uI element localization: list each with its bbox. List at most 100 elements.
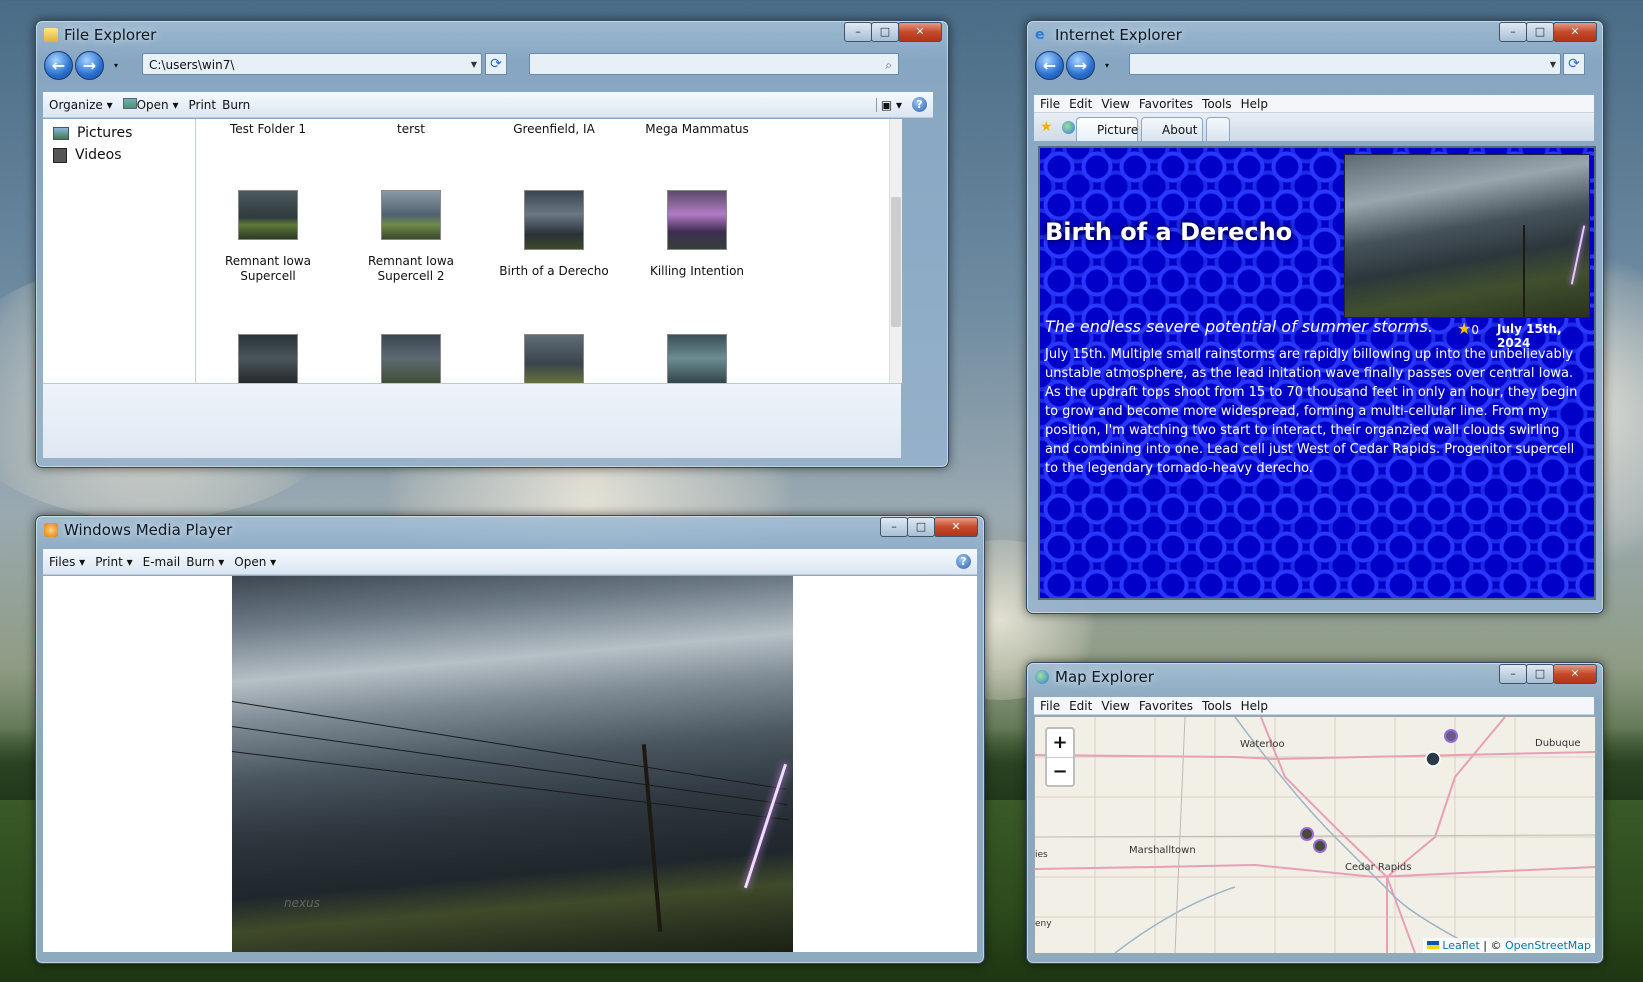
address-bar[interactable]: ▼ — [1129, 53, 1561, 75]
scrollbar-thumb[interactable] — [891, 197, 901, 327]
window-title: File Explorer — [64, 26, 157, 44]
burn-menu[interactable]: Burn ▾ — [186, 555, 224, 569]
title-bar[interactable]: Map Explorer — [1035, 666, 1154, 688]
folder-item[interactable]: terst — [346, 122, 476, 137]
maximize-button[interactable]: □ — [871, 22, 899, 42]
tab-about[interactable]: About — [1141, 117, 1203, 141]
folder-item[interactable]: Greenfield, IA — [489, 122, 619, 137]
menu-edit[interactable]: Edit — [1069, 97, 1092, 111]
image-thumbnail[interactable] — [381, 334, 441, 383]
folder-item[interactable]: Test Folder 1 — [203, 122, 333, 137]
menu-tools[interactable]: Tools — [1202, 97, 1232, 111]
forward-arrow-icon[interactable]: → — [75, 51, 104, 80]
map-marker[interactable] — [1313, 839, 1327, 853]
history-dropdown-icon[interactable]: ▾ — [114, 61, 118, 70]
media-player-icon — [44, 523, 58, 537]
menu-view[interactable]: View — [1101, 699, 1129, 713]
views-icon[interactable]: ▣ ▾ — [875, 97, 902, 112]
image-thumbnail[interactable] — [524, 190, 584, 250]
menu-help[interactable]: Help — [1241, 699, 1268, 713]
film-icon — [53, 147, 67, 163]
print-button[interactable]: Print — [189, 98, 217, 112]
window-controls: – □ ✕ — [1499, 22, 1597, 42]
folder-item[interactable]: Mega Mammatus — [632, 122, 762, 137]
file-explorer-window[interactable]: File Explorer – □ ✕ ← → ▾ C:\users\win7\… — [35, 20, 949, 468]
tab-picture[interactable]: Picture — [1076, 117, 1138, 141]
menu-file[interactable]: File — [1040, 699, 1060, 713]
organize-menu[interactable]: Organize ▾ — [49, 98, 113, 112]
help-icon[interactable]: ? — [956, 554, 971, 569]
history-dropdown-icon[interactable]: ▾ — [1105, 61, 1109, 70]
back-arrow-icon[interactable]: ← — [1035, 51, 1064, 80]
map-marker[interactable] — [1300, 827, 1314, 841]
menu-view[interactable]: View — [1101, 97, 1129, 111]
forward-arrow-icon[interactable]: → — [1066, 51, 1095, 80]
sidebar-item-videos[interactable]: Videos — [53, 147, 122, 163]
openstreetmap-link[interactable]: OpenStreetMap — [1505, 939, 1591, 952]
zoom-out-button[interactable]: − — [1047, 758, 1073, 786]
chevron-down-icon[interactable]: ▼ — [1550, 54, 1556, 76]
menu-favorites[interactable]: Favorites — [1139, 699, 1193, 713]
minimize-button[interactable]: – — [1499, 22, 1527, 42]
media-player-window[interactable]: Windows Media Player – □ ✕ Files ▾ Print… — [35, 515, 985, 964]
storm-photo[interactable]: nexus — [231, 576, 793, 952]
map-explorer-window[interactable]: Map Explorer – □ ✕ File Edit View Favori… — [1026, 662, 1604, 964]
help-icon[interactable]: ? — [912, 97, 927, 112]
title-bar[interactable]: e Internet Explorer — [1035, 24, 1182, 46]
image-item-label[interactable]: Remnant Iowa Supercell 2 — [346, 254, 476, 284]
maximize-button[interactable]: □ — [1526, 664, 1554, 684]
open-menu[interactable]: Open ▾ — [122, 97, 179, 112]
image-item-label[interactable]: Birth of a Derecho — [489, 264, 619, 279]
image-item-label[interactable]: Remnant Iowa Supercell — [203, 254, 333, 284]
refresh-button[interactable]: ⟳ — [1563, 53, 1585, 75]
email-button[interactable]: E-mail — [143, 555, 181, 569]
globe-icon[interactable] — [1062, 121, 1075, 134]
maximize-button[interactable]: □ — [1526, 22, 1554, 42]
print-menu[interactable]: Print ▾ — [95, 555, 132, 569]
menu-file[interactable]: File — [1040, 97, 1060, 111]
close-button[interactable]: ✕ — [898, 22, 942, 42]
image-item-label[interactable]: Killing Intention — [632, 264, 762, 279]
map-marker[interactable] — [1425, 751, 1441, 767]
leaflet-link[interactable]: Leaflet — [1442, 939, 1479, 952]
zoom-in-button[interactable]: + — [1047, 729, 1073, 758]
title-bar[interactable]: Windows Media Player — [44, 519, 232, 541]
files-menu[interactable]: Files ▾ — [49, 555, 85, 569]
image-thumbnail[interactable] — [238, 334, 298, 383]
map-view[interactable]: Waterloo Dubuque Marshalltown Cedar Rapi… — [1034, 716, 1596, 954]
menu-edit[interactable]: Edit — [1069, 699, 1092, 713]
menu-tools[interactable]: Tools — [1202, 699, 1232, 713]
close-button[interactable]: ✕ — [1553, 664, 1597, 684]
open-menu[interactable]: Open ▾ — [234, 555, 276, 569]
image-thumbnail[interactable] — [238, 190, 298, 240]
chevron-down-icon[interactable]: ▼ — [471, 54, 477, 76]
image-thumbnail[interactable] — [381, 190, 441, 240]
minimize-button[interactable]: – — [1499, 664, 1527, 684]
minimize-button[interactable]: – — [880, 517, 908, 537]
file-list: Test Folder 1 terst Greenfield, IA Mega … — [196, 119, 889, 383]
viewer-area: nexus — [43, 576, 977, 952]
vertical-scrollbar[interactable] — [889, 119, 902, 383]
internet-explorer-window[interactable]: e Internet Explorer – □ ✕ ← → ▾ ▼ ⟳ File… — [1026, 20, 1604, 614]
menu-help[interactable]: Help — [1241, 97, 1268, 111]
new-tab-button[interactable] — [1206, 117, 1230, 141]
star-icon[interactable]: ★ — [1457, 319, 1471, 338]
back-arrow-icon[interactable]: ← — [44, 51, 73, 80]
maximize-button[interactable]: □ — [907, 517, 935, 537]
search-input[interactable]: ⌕ — [529, 53, 899, 75]
image-thumbnail[interactable] — [667, 190, 727, 250]
ukraine-flag-icon — [1426, 941, 1439, 949]
favorites-star-icon[interactable]: ★ — [1040, 119, 1053, 135]
image-thumbnail[interactable] — [667, 334, 727, 383]
map-marker[interactable] — [1444, 729, 1458, 743]
close-button[interactable]: ✕ — [1553, 22, 1597, 42]
address-bar[interactable]: C:\users\win7\ ▼ — [142, 53, 482, 75]
minimize-button[interactable]: – — [844, 22, 872, 42]
close-button[interactable]: ✕ — [934, 517, 978, 537]
refresh-button[interactable]: ⟳ — [485, 53, 507, 75]
burn-button[interactable]: Burn — [222, 98, 250, 112]
sidebar-item-pictures[interactable]: Pictures — [53, 125, 132, 141]
title-bar[interactable]: File Explorer — [44, 24, 156, 46]
menu-favorites[interactable]: Favorites — [1139, 97, 1193, 111]
image-thumbnail[interactable] — [524, 334, 584, 383]
